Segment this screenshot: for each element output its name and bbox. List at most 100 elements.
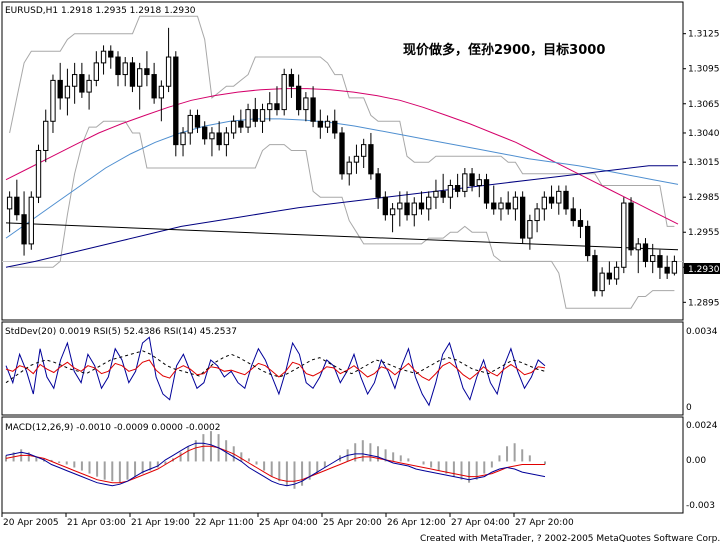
candle-bull bbox=[180, 132, 186, 146]
candle-bear bbox=[238, 120, 244, 128]
candle-bull bbox=[28, 196, 34, 245]
candle-bear bbox=[642, 243, 649, 262]
candle-bull bbox=[158, 85, 165, 99]
candle-bull bbox=[397, 202, 403, 210]
candle-bear bbox=[252, 109, 258, 122]
candle-bear bbox=[592, 255, 598, 292]
candle-bull bbox=[635, 243, 641, 251]
candle-bull bbox=[613, 266, 620, 280]
candle-bull bbox=[71, 74, 78, 87]
candle-bull bbox=[100, 50, 107, 64]
candle-bear bbox=[216, 132, 222, 146]
candle-bear bbox=[317, 120, 323, 128]
candle-bull bbox=[346, 161, 352, 175]
candle-bear bbox=[108, 50, 114, 58]
macd-panel-title: MACD(12,26,9) -0.0010 -0.0009 0.0000 -0.… bbox=[5, 423, 221, 433]
candle-bear bbox=[151, 74, 157, 99]
time-tick-label: 20 Apr 2005 bbox=[3, 518, 59, 528]
candle-bear bbox=[440, 190, 446, 198]
candle-bear bbox=[339, 132, 345, 175]
candle-bear bbox=[664, 266, 670, 274]
candle-bull bbox=[650, 255, 656, 262]
candle-bull bbox=[541, 196, 547, 210]
metatrader-chart-window: 1.3125 1.3095 1.3065 1.3040 1.3015 1.2985 1.29… bbox=[0, 0, 724, 546]
time-tick-label: 25 Apr 04:00 bbox=[259, 518, 318, 528]
candle-bull bbox=[353, 155, 360, 163]
candle-bull bbox=[137, 68, 143, 87]
time-tick-label: 27 Apr 20:00 bbox=[515, 518, 574, 528]
candle-bear bbox=[505, 202, 511, 210]
candle-bear bbox=[382, 196, 389, 216]
current-price-label: 1.2930 bbox=[688, 265, 720, 275]
candle-bull bbox=[86, 79, 92, 93]
candle-bull bbox=[433, 190, 439, 198]
candle-bear bbox=[570, 208, 576, 222]
candle-bull bbox=[621, 202, 627, 268]
price-tick-label: 1.3095 bbox=[688, 65, 720, 75]
candle-bear bbox=[368, 144, 374, 175]
chart-canvas: 1.3125 1.3095 1.3065 1.3040 1.3015 1.2985 1.29… bbox=[1, 1, 720, 544]
candle-bear bbox=[310, 97, 316, 122]
candle-bear bbox=[375, 173, 381, 198]
candle-bear bbox=[577, 220, 584, 227]
candle-bear bbox=[194, 114, 201, 128]
time-tick-label: 21 Apr 19:00 bbox=[131, 518, 190, 528]
candle-bear bbox=[295, 85, 302, 111]
price-tick-label: 1.3040 bbox=[688, 129, 720, 139]
candle-bear bbox=[274, 103, 280, 111]
candle-bull bbox=[281, 74, 287, 111]
candle-bear bbox=[79, 74, 85, 93]
candle-bear bbox=[454, 185, 461, 192]
candle-bear bbox=[57, 79, 63, 99]
candle-bull bbox=[447, 185, 454, 198]
candle-bull bbox=[476, 179, 482, 187]
candle-bear bbox=[332, 120, 338, 134]
candle-bull bbox=[223, 132, 230, 146]
candle-bull bbox=[599, 272, 605, 292]
candle-bear bbox=[14, 196, 20, 216]
current-price-marker: 1.2930 bbox=[684, 263, 720, 275]
price-panel-title: EURUSD,H1 1.2918 1.2935 1.2918 1.2930 bbox=[5, 6, 196, 16]
candle-bear bbox=[202, 126, 208, 140]
candle-bull bbox=[6, 196, 13, 210]
macd-panel[interactable]: MACD(12,26,9) -0.0010 -0.0009 0.0000 -0.… bbox=[1, 416, 718, 514]
candle-bull bbox=[230, 120, 237, 134]
price-tick-label: 1.3125 bbox=[688, 30, 720, 40]
candle-bear bbox=[491, 202, 497, 210]
candle-bear bbox=[657, 255, 663, 268]
candle-bull bbox=[426, 196, 432, 210]
time-tick-label: 27 Apr 04:00 bbox=[451, 518, 510, 528]
price-tick-label: 1.3065 bbox=[688, 100, 720, 110]
candle-bull bbox=[187, 114, 193, 134]
rsi-tick-top: 0.0034 bbox=[686, 327, 718, 337]
candle-bear bbox=[563, 190, 569, 210]
candle-bear bbox=[585, 225, 591, 257]
footer-credit: Created with MetaTrader, ? 2002-2005 Met… bbox=[420, 534, 720, 544]
rsi-panel-title: StdDev(20) 0.0019 RSI(5) 52.4386 RSI(14)… bbox=[5, 327, 237, 337]
candle-bull bbox=[122, 62, 128, 76]
candle-bear bbox=[288, 74, 295, 87]
candle-bull bbox=[411, 202, 417, 216]
candle-bear bbox=[483, 179, 490, 204]
price-tick-label: 1.3015 bbox=[688, 158, 720, 168]
candle-bull bbox=[527, 220, 533, 239]
time-tick-label: 21 Apr 03:00 bbox=[67, 518, 126, 528]
time-tick-label: 22 Apr 11:00 bbox=[195, 518, 254, 528]
candle-bull bbox=[50, 79, 56, 122]
candle-bear bbox=[144, 68, 150, 76]
candle-bull bbox=[498, 202, 504, 210]
time-tick-label: 25 Apr 20:00 bbox=[323, 518, 382, 528]
candle-bull bbox=[512, 196, 519, 210]
rsi-panel[interactable]: StdDev(20) 0.0019 RSI(5) 52.4386 RSI(14)… bbox=[1, 321, 718, 416]
time-tick-label: 26 Apr 12:00 bbox=[387, 518, 446, 528]
macd-tick-bottom: -0.003 bbox=[686, 501, 715, 511]
candle-bull bbox=[209, 132, 215, 140]
rsi-tick-bottom: 0 bbox=[686, 403, 692, 413]
candle-bull bbox=[361, 144, 367, 157]
candle-bull bbox=[671, 260, 678, 274]
candle-bear bbox=[606, 272, 613, 280]
price-panel[interactable]: 1.3125 1.3095 1.3065 1.3040 1.3015 1.2985 1.29… bbox=[1, 1, 720, 321]
candle-bull bbox=[556, 190, 562, 204]
candle-bear bbox=[129, 62, 136, 87]
candle-bull bbox=[462, 173, 468, 192]
